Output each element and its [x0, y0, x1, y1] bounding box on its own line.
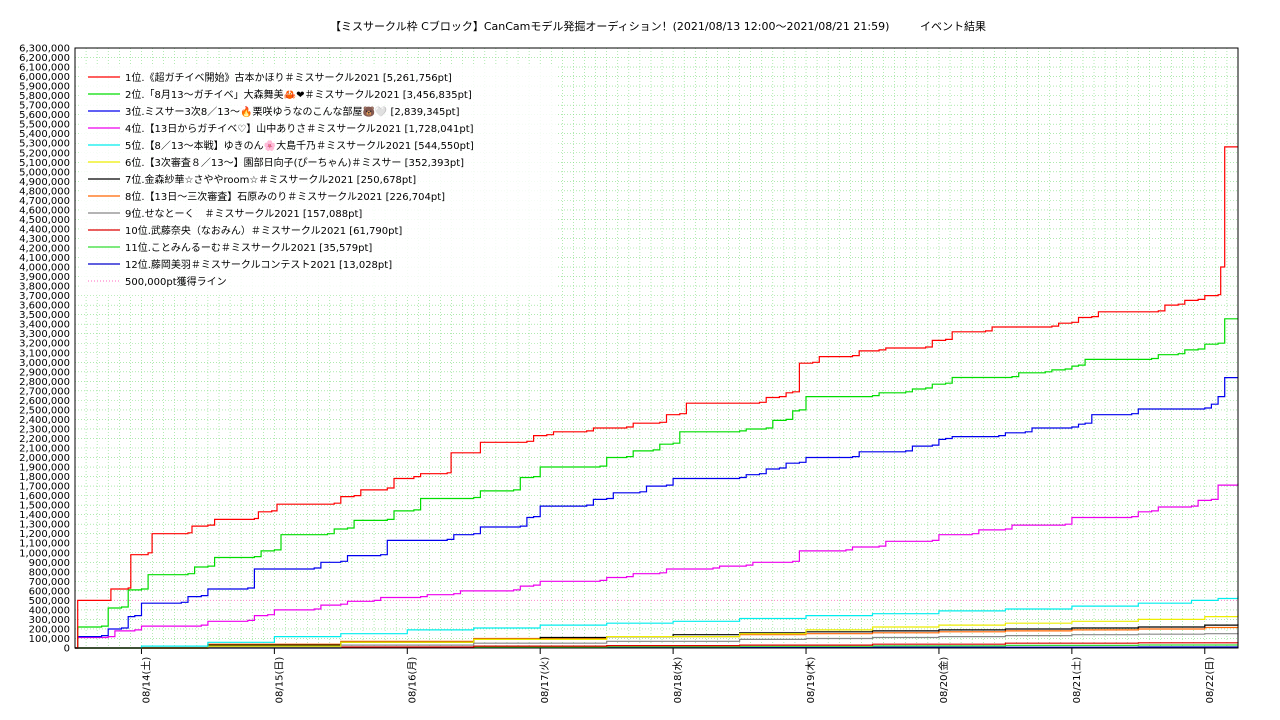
y-tick-label: 4,500,000 — [19, 215, 70, 226]
y-tick-label: 5,600,000 — [19, 110, 70, 121]
legend-entry: 500,000pt獲得ライン — [125, 275, 227, 288]
x-tick-label: 08/18(水) — [672, 657, 684, 704]
y-tick-label: 4,600,000 — [19, 205, 70, 216]
y-tick-label: 3,200,000 — [19, 339, 70, 350]
x-tick-label: 08/14(土) — [139, 657, 152, 704]
y-tick-label: 2,400,000 — [19, 415, 70, 426]
y-tick-label: 800,000 — [29, 567, 70, 578]
y-tick-label: 700,000 — [29, 577, 70, 588]
y-tick-label: 2,000,000 — [19, 453, 70, 464]
y-tick-label: 5,300,000 — [19, 139, 70, 150]
y-tick-label: 4,800,000 — [19, 186, 70, 197]
y-tick-label: 6,100,000 — [19, 63, 70, 74]
y-tick-label: 1,600,000 — [19, 491, 70, 502]
y-tick-label: 1,800,000 — [19, 472, 70, 483]
y-tick-label: 3,900,000 — [19, 272, 70, 283]
y-tick-label: 1,100,000 — [19, 539, 70, 550]
x-tick-label: 08/21(土) — [1070, 657, 1083, 704]
y-tick-label: 4,000,000 — [19, 263, 70, 274]
y-tick-label: 2,300,000 — [19, 424, 70, 435]
legend-entry: 11位.ことみんるーむ＃ミスサークル2021 [35,579pt] — [125, 241, 372, 254]
y-tick-label: 2,500,000 — [19, 405, 70, 416]
series-line — [75, 318, 1238, 649]
y-tick-label: 5,800,000 — [19, 91, 70, 102]
y-tick-label: 200,000 — [29, 624, 70, 635]
y-tick-label: 1,000,000 — [19, 548, 70, 559]
y-tick-label: 2,100,000 — [19, 444, 70, 455]
x-tick-label: 08/22(日) — [1205, 657, 1216, 704]
y-tick-label: 2,700,000 — [19, 386, 70, 397]
y-tick-label: 500,000 — [29, 596, 70, 607]
legend-entry: 1位.《超ガチイベ開始》古本かほり＃ミスサークル2021 [5,261,756p… — [125, 71, 452, 84]
legend-entry: 3位.ミスサー3次8／13～🔥栗咲ゆうなのこんな部屋🐻🤍 [2,839,345p… — [125, 105, 460, 118]
legend-entry: 4位.【13日からガチイベ♡】山中ありさ＃ミスサークル2021 [1,728,0… — [125, 122, 474, 135]
y-tick-label: 400,000 — [29, 605, 70, 616]
y-tick-label: 0 — [64, 644, 70, 655]
y-tick-label: 3,800,000 — [19, 282, 70, 293]
y-tick-label: 4,200,000 — [19, 244, 70, 255]
y-tick-label: 4,400,000 — [19, 224, 70, 235]
y-tick-label: 3,500,000 — [19, 310, 70, 321]
y-tick-label: 3,700,000 — [19, 291, 70, 302]
legend-entry: 12位.藤岡美羽＃ミスサークルコンテスト2021 [13,028pt] — [125, 258, 392, 271]
y-tick-label: 4,900,000 — [19, 177, 70, 188]
x-tick-label: 08/17(火) — [539, 657, 551, 704]
y-tick-label: 3,000,000 — [19, 358, 70, 369]
legend-entry: 5位.【8／13～本戦】ゆきのん🌸大島千乃＃ミスサークル2021 [544,55… — [125, 139, 474, 152]
y-tick-label: 4,100,000 — [19, 253, 70, 264]
y-tick-label: 4,700,000 — [19, 196, 70, 207]
y-tick-label: 3,600,000 — [19, 301, 70, 312]
y-tick-label: 1,500,000 — [19, 501, 70, 512]
y-tick-label: 1,300,000 — [19, 520, 70, 531]
chart-title: 【ミスサークル枠 Cブロック】CanCamモデル発掘オーディション！(2021/… — [330, 19, 889, 33]
x-axis: 08/14(土) 08/15(日) 08/16(月) 08/17(火) 08/18(水)… — [139, 648, 1216, 704]
x-tick-label: 08/15(日) — [274, 657, 285, 704]
y-tick-label: 1,400,000 — [19, 510, 70, 521]
y-tick-label: 4,300,000 — [19, 234, 70, 245]
y-tick-label: 5,000,000 — [19, 167, 70, 178]
y-tick-label: 900,000 — [29, 558, 70, 569]
series-line — [75, 377, 1238, 649]
y-tick-label: 2,900,000 — [19, 367, 70, 378]
y-tick-label: 300,000 — [29, 615, 70, 626]
y-tick-label: 5,900,000 — [19, 82, 70, 93]
series-line — [75, 596, 1239, 649]
y-tick-label: 2,200,000 — [19, 434, 70, 445]
legend-entry: 6位.【3次審査８／13～】園部日向子(ぴーちゃん)＃ミスサー [352,393… — [125, 156, 464, 169]
y-tick-label: 1,700,000 — [19, 482, 70, 493]
legend-entry: 2位.「8月13～ガチイベ」大森舞美🦀❤＃ミスサークル2021 [3,456,8… — [125, 88, 472, 101]
x-tick-label: 08/16(月) — [406, 657, 418, 704]
legend-entry: 9位.せなとーく ＃ミスサークル2021 [157,088pt] — [125, 207, 362, 220]
legend: 1位.《超ガチイベ開始》古本かほり＃ミスサークル2021 [5,261,756p… — [80, 65, 558, 295]
y-tick-label: 5,200,000 — [19, 148, 70, 159]
y-tick-label: 5,500,000 — [19, 120, 70, 131]
y-tick-label: 6,000,000 — [19, 72, 70, 83]
y-tick-label: 3,300,000 — [19, 329, 70, 340]
chart-subtitle: イベント結果 — [920, 19, 986, 33]
x-tick-label: 08/20(金) — [937, 657, 950, 704]
chart-svg: 【ミスサークル枠 Cブロック】CanCamモデル発掘オーディション！(2021/… — [19, 19, 1239, 704]
x-tick-label: 08/19(木) — [805, 657, 817, 704]
y-tick-label: 2,800,000 — [19, 377, 70, 388]
y-tick-label: 5,100,000 — [19, 158, 70, 169]
y-tick-label: 1,200,000 — [19, 529, 70, 540]
legend-entry: 8位.【13日～三次審査】石原みのり＃ミスサークル2021 [226,704pt… — [125, 190, 445, 203]
y-tick-label: 100,000 — [29, 634, 70, 645]
y-tick-label: 600,000 — [29, 586, 70, 597]
y-tick-label: 5,400,000 — [19, 129, 70, 140]
legend-entry: 7位.金森紗華☆さややroom☆＃ミスサークル2021 [250,678pt] — [125, 173, 416, 186]
legend-entry: 10位.武藤奈央（なおみん）＃ミスサークル2021 [61,790pt] — [125, 224, 402, 237]
y-tick-label: 6,300,000 — [19, 44, 70, 55]
y-tick-label: 2,600,000 — [19, 396, 70, 407]
y-tick-label: 3,400,000 — [19, 320, 70, 331]
y-axis: 0100,000200,000300,000400,000500,000600,… — [19, 44, 70, 655]
y-tick-label: 5,700,000 — [19, 101, 70, 112]
y-tick-label: 1,900,000 — [19, 463, 70, 474]
y-tick-label: 6,200,000 — [19, 53, 70, 64]
y-tick-label: 3,100,000 — [19, 348, 70, 359]
